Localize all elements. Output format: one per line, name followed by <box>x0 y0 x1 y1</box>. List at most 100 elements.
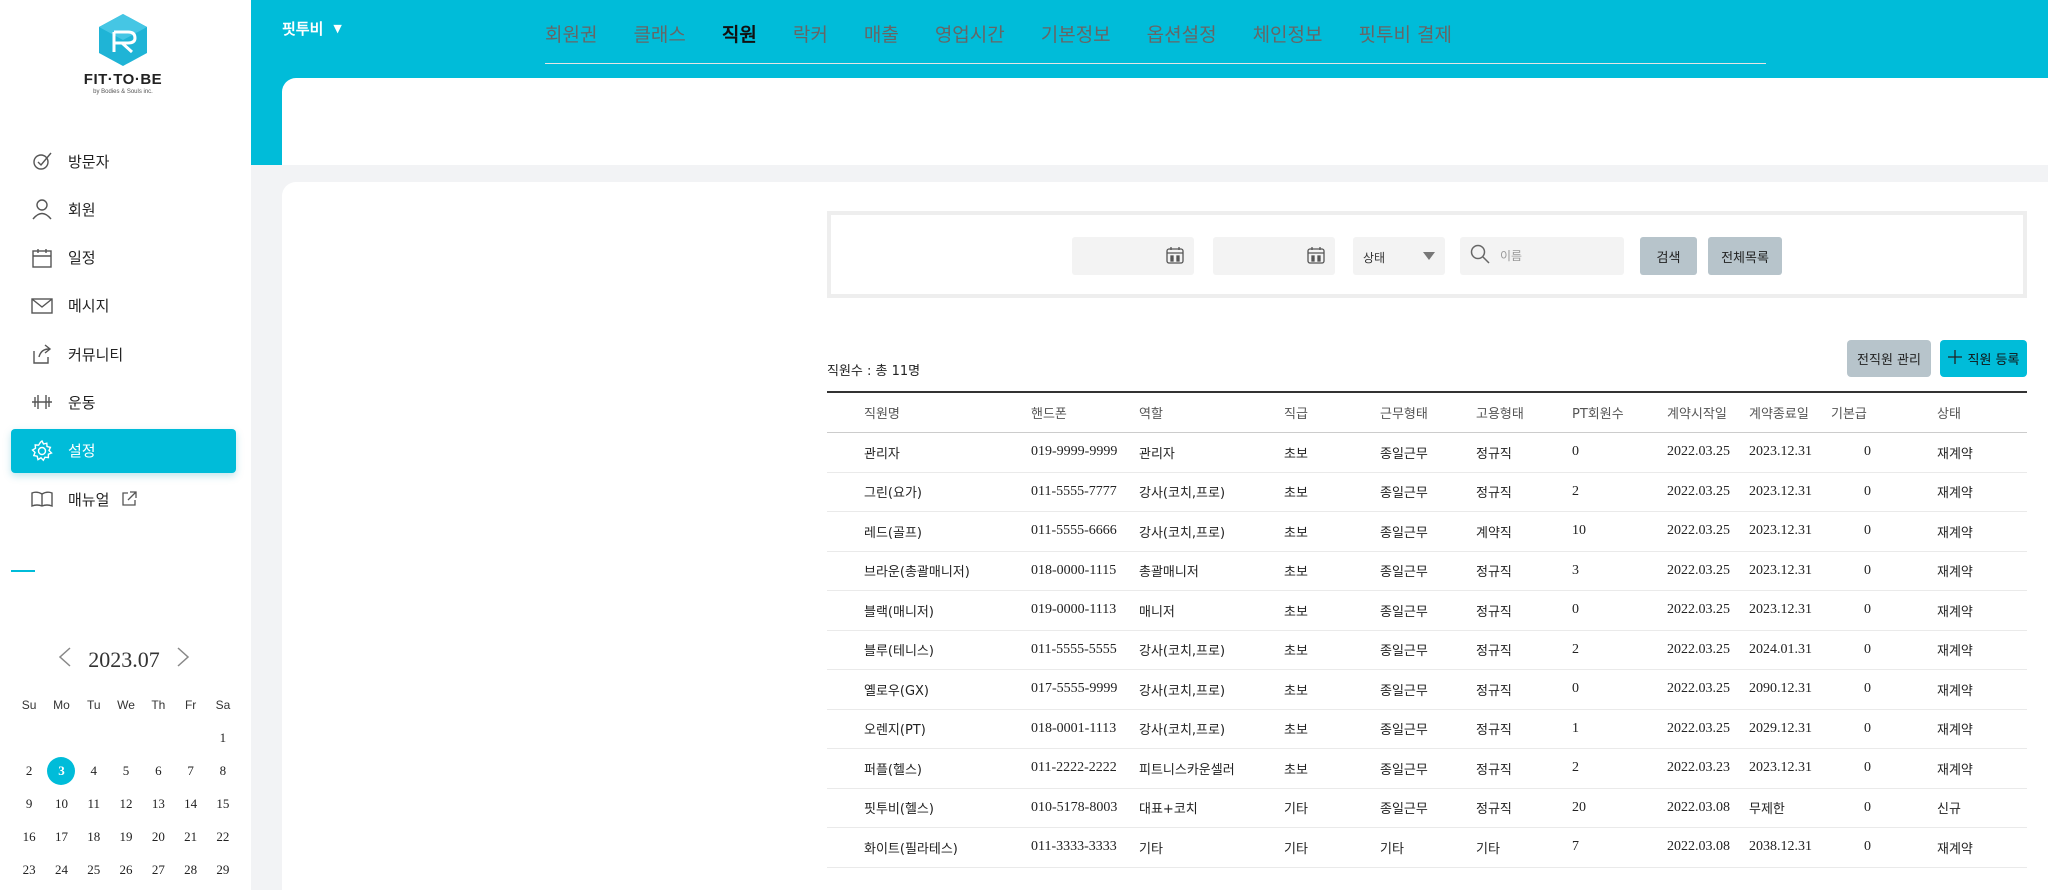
sidebar-item-members[interactable]: 회원 <box>11 187 236 231</box>
tab-4[interactable]: 매출 <box>864 20 899 60</box>
tab-1[interactable]: 클래스 <box>633 20 685 60</box>
calendar-day[interactable]: 2 <box>13 754 45 787</box>
sidebar-item-community[interactable]: 커뮤니티 <box>11 332 236 376</box>
table-cell: 정규직 <box>1476 683 1512 699</box>
search-icon <box>1470 244 1490 268</box>
calendar-day[interactable]: 17 <box>45 820 77 853</box>
table-cell: 정규직 <box>1476 644 1512 660</box>
column-header[interactable]: 역할 <box>1139 393 1163 432</box>
retired-staff-button[interactable]: 전직원 관리 <box>1847 340 1931 377</box>
column-header[interactable]: 상태 <box>1937 393 1961 432</box>
column-header[interactable]: 핸드폰 <box>1031 393 1067 432</box>
brand-logo[interactable]: FIT·TO·BE by Bodies & Souls inc. <box>78 12 168 102</box>
calendar-day[interactable]: 23 <box>13 853 45 886</box>
tab-9[interactable]: 핏투비 결제 <box>1359 20 1452 60</box>
sidebar-item-visitors[interactable]: 방문자 <box>11 139 236 183</box>
table-cell: 재계약 <box>1937 762 1973 778</box>
table-row[interactable]: 브라운(총괄매니저) 018-0000-1115 총괄매니저 초보 종일근무 정규직 3 20… <box>827 552 2027 591</box>
calendar-day[interactable]: 18 <box>78 820 110 853</box>
column-header[interactable]: 고용형태 <box>1476 393 1524 432</box>
column-header[interactable]: 계약시작일 <box>1667 393 1727 432</box>
add-staff-button[interactable]: 직원 등록 <box>1940 340 2027 377</box>
search-button[interactable]: 검색 <box>1640 237 1697 275</box>
calendar-day[interactable]: 7 <box>174 754 206 787</box>
calendar-day[interactable]: 27 <box>142 853 174 886</box>
status-select[interactable]: 상태 <box>1353 237 1445 275</box>
calendar-day[interactable]: 16 <box>13 820 45 853</box>
gym-selector[interactable]: 핏투비 ▼ <box>282 18 342 39</box>
calendar-day[interactable]: 8 <box>207 754 239 787</box>
calendar-day[interactable]: 21 <box>174 820 206 853</box>
sidebar-item-exercise[interactable]: 운동 <box>11 380 236 424</box>
table-row[interactable]: 옐로우(GX) 017-5555-9999 강사(코치,프로) 초보 종일근무 정규직 0 2… <box>827 670 2027 710</box>
table-row[interactable]: 핏투비(헬스) 010-5178-8003 대표+코치 기타 종일근무 정규직 20 2022… <box>827 789 2027 828</box>
calendar-day[interactable]: 19 <box>110 820 142 853</box>
table-header: 직원명 핸드폰 역할 직급 근무형태 고용형태 PT회원수 계약시작일 계약종료일 기본급 상태 <box>827 391 2027 433</box>
sidebar-item-schedule[interactable]: 일정 <box>11 236 236 280</box>
tab-5[interactable]: 영업시간 <box>935 20 1005 60</box>
table-cell: 재계약 <box>1937 486 1973 502</box>
end-date-field[interactable] <box>1213 237 1335 275</box>
name-search-box[interactable] <box>1460 237 1624 275</box>
calendar-day[interactable]: 10 <box>45 787 77 820</box>
calendar-day[interactable]: 5 <box>110 754 142 787</box>
calendar-day[interactable]: 14 <box>174 787 206 820</box>
weekday-label: Tu <box>86 697 101 712</box>
table-row[interactable]: 오렌지(PT) 018-0001-1113 강사(코치,프로) 초보 종일근무 정규직 1 2… <box>827 710 2027 749</box>
column-header[interactable]: PT회원수 <box>1572 393 1624 432</box>
table-cell: 종일근무 <box>1380 486 1428 502</box>
calendar-day[interactable]: 25 <box>78 853 110 886</box>
calendar-day[interactable]: 4 <box>78 754 110 787</box>
calendar-day[interactable]: 26 <box>110 853 142 886</box>
all-list-button[interactable]: 전체목록 <box>1708 237 1782 275</box>
calendar-day[interactable]: 9 <box>13 787 45 820</box>
column-header[interactable]: 기본급 <box>1831 393 1867 432</box>
tab-2[interactable]: 직원 <box>711 20 767 64</box>
calendar-day[interactable]: 3 <box>45 754 77 787</box>
start-date-field[interactable] <box>1072 237 1194 275</box>
tab-6[interactable]: 기본정보 <box>1041 20 1111 60</box>
calendar-icon <box>1166 246 1184 268</box>
sidebar-item-label: 운동 <box>68 393 96 412</box>
calendar-day[interactable]: 15 <box>207 787 239 820</box>
table-cell: 정규직 <box>1476 486 1512 502</box>
table-row[interactable]: 블랙(매니저) 019-0000-1113 매니저 초보 종일근무 정규직 0 2022.03… <box>827 591 2027 631</box>
tab-3[interactable]: 락커 <box>793 20 828 60</box>
calendar-day[interactable]: 20 <box>142 820 174 853</box>
calendar-day[interactable]: 11 <box>78 787 110 820</box>
sidebar-item-label: 방문자 <box>68 152 110 171</box>
column-header[interactable]: 직원명 <box>864 393 900 432</box>
table-cell: 0 <box>1864 641 1871 657</box>
column-header[interactable]: 계약종료일 <box>1749 393 1809 432</box>
calendar-day[interactable]: 24 <box>45 853 77 886</box>
table-row[interactable]: 레드(골프) 011-5555-6666 강사(코치,프로) 초보 종일근무 계약직 10 2… <box>827 512 2027 552</box>
table-cell: 정규직 <box>1476 723 1512 739</box>
calendar-day[interactable]: 13 <box>142 787 174 820</box>
column-header[interactable]: 근무형태 <box>1380 393 1428 432</box>
sidebar-item-label: 회원 <box>68 200 96 219</box>
sidebar-item-settings[interactable]: 설정 <box>11 428 236 473</box>
sidebar-item-messages[interactable]: 메시지 <box>11 284 236 328</box>
table-cell: 재계약 <box>1937 723 1973 739</box>
chevron-right-icon[interactable] <box>168 646 198 674</box>
table-row[interactable]: 그린(요가) 011-5555-7777 강사(코치,프로) 초보 종일근무 정규직 2 20… <box>827 473 2027 512</box>
chevron-left-icon[interactable] <box>50 646 80 674</box>
tab-7[interactable]: 옵션설정 <box>1147 20 1217 60</box>
table-row[interactable]: 화이트(필라테스) 011-3333-3333 기타 기타 기타 기타 7 2022.03.0… <box>827 828 2027 868</box>
envelope-icon <box>31 295 53 317</box>
sidebar-item-manual[interactable]: 매뉴얼 <box>11 477 236 521</box>
calendar-day[interactable]: 6 <box>142 754 174 787</box>
calendar-day[interactable]: 12 <box>110 787 142 820</box>
calendar-day[interactable]: 29 <box>207 853 239 886</box>
tab-8[interactable]: 체인정보 <box>1253 20 1323 60</box>
calendar-day[interactable]: 22 <box>207 820 239 853</box>
table-row[interactable]: 관리자 019-9999-9999 관리자 초보 종일근무 정규직 0 2022.03.25 2… <box>827 433 2027 473</box>
table-row[interactable]: 퍼플(헬스) 011-2222-2222 피트니스카운셀러 초보 종일근무 정규직 2 202… <box>827 749 2027 789</box>
name-search-input[interactable] <box>1500 249 1610 263</box>
calendar-day[interactable]: 28 <box>174 853 206 886</box>
add-staff-label: 직원 등록 <box>1967 353 2020 368</box>
calendar-day[interactable]: 1 <box>207 721 239 754</box>
table-row[interactable]: 블루(테니스) 011-5555-5555 강사(코치,프로) 초보 종일근무 정규직 2 2… <box>827 631 2027 670</box>
tab-0[interactable]: 회원권 <box>545 20 597 60</box>
column-header[interactable]: 직급 <box>1284 393 1308 432</box>
